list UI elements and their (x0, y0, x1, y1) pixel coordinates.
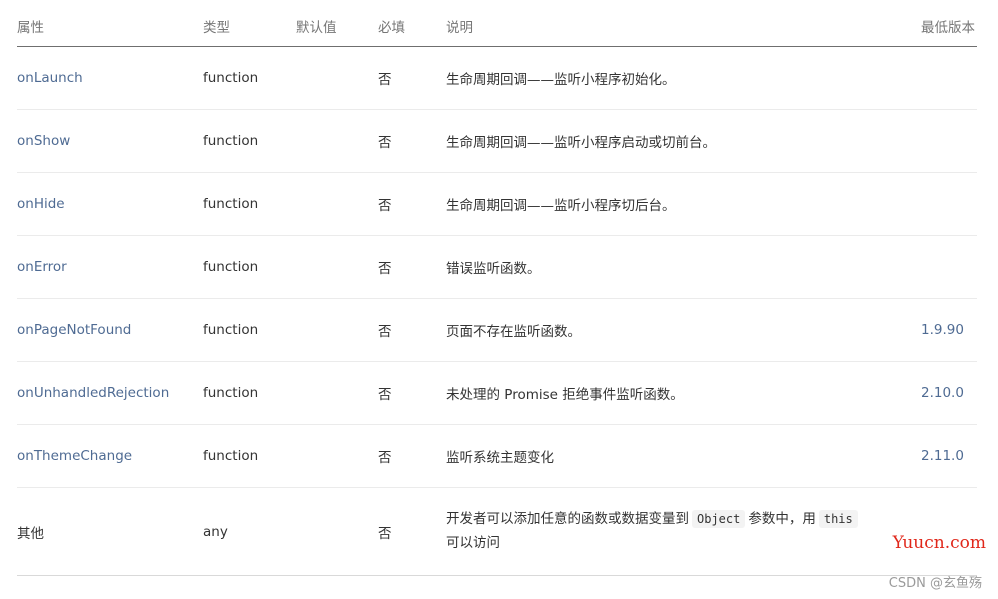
property-required: 否 (378, 261, 392, 277)
property-type: function (203, 385, 259, 401)
property-description: 错误监听函数。 (446, 261, 541, 277)
table-row: onError function 否 错误监听函数。 (17, 236, 977, 299)
property-name-link[interactable]: onThemeChange (17, 425, 132, 487)
table-row: onPageNotFound function 否 页面不存在监听函数。 1.9… (17, 299, 977, 362)
header-required: 必填 (378, 20, 405, 36)
header-description: 说明 (446, 20, 473, 36)
property-type: function (203, 448, 259, 464)
property-required: 否 (378, 198, 392, 214)
property-type: function (203, 70, 259, 86)
property-required: 否 (378, 135, 392, 151)
code-object: Object (692, 510, 746, 528)
property-description: 生命周期回调——监听小程序初始化。 (446, 72, 676, 88)
property-type: function (203, 133, 259, 149)
table-row-other: 其他 any 否 开发者可以添加任意的函数或数据变量到 Object 参数中，用 th… (17, 488, 977, 576)
table-row: onUnhandledRejection function 否 未处理的 Pro… (17, 362, 977, 425)
csdn-watermark: CSDN @玄鱼殇 (888, 576, 982, 591)
description-text: 参数中，用 (748, 511, 816, 527)
property-description: 生命周期回调——监听小程序启动或切前台。 (446, 135, 716, 151)
table-row: onShow function 否 生命周期回调——监听小程序启动或切前台。 (17, 110, 977, 173)
table-row: onThemeChange function 否 监听系统主题变化 2.11.0 (17, 425, 977, 488)
property-required: 否 (378, 324, 392, 340)
description-text: 开发者可以添加任意的函数或数据变量到 (446, 511, 689, 527)
property-name-link[interactable]: onError (17, 236, 67, 298)
api-properties-table: 属性 类型 默认值 必填 说明 最低版本 onLaunch function 否… (17, 0, 977, 576)
property-description: 生命周期回调——监听小程序切后台。 (446, 198, 676, 214)
table-header: 属性 类型 默认值 必填 说明 最低版本 (17, 0, 977, 47)
header-default: 默认值 (296, 20, 337, 36)
property-name-link[interactable]: onHide (17, 173, 65, 235)
property-required: 否 (378, 72, 392, 88)
table-row: onHide function 否 生命周期回调——监听小程序切后台。 (17, 173, 977, 236)
property-name-link[interactable]: onUnhandledRejection (17, 362, 169, 424)
header-min-version: 最低版本 (921, 20, 975, 36)
header-type: 类型 (203, 20, 230, 36)
property-type: any (203, 523, 228, 540)
property-description: 开发者可以添加任意的函数或数据变量到 Object 参数中，用 this 可以访问 (446, 507, 886, 555)
property-required: 否 (378, 450, 392, 466)
property-description: 监听系统主题变化 (446, 450, 554, 466)
property-name: 其他 (17, 525, 44, 542)
property-name-link[interactable]: onShow (17, 110, 70, 172)
min-version-link[interactable]: 2.11.0 (921, 425, 964, 487)
property-type: function (203, 259, 259, 275)
property-required: 否 (378, 387, 392, 403)
property-name-link[interactable]: onLaunch (17, 47, 83, 109)
site-watermark: Yuucn.com (892, 533, 986, 553)
property-name-link[interactable]: onPageNotFound (17, 299, 131, 361)
property-type: function (203, 322, 259, 338)
property-type: function (203, 196, 259, 212)
property-description: 未处理的 Promise 拒绝事件监听函数。 (446, 387, 684, 403)
property-description: 页面不存在监听函数。 (446, 324, 581, 340)
property-required: 否 (378, 525, 392, 542)
header-name: 属性 (17, 20, 44, 36)
min-version-link[interactable]: 1.9.90 (921, 299, 964, 361)
min-version-link[interactable]: 2.10.0 (921, 362, 964, 424)
table-row: onLaunch function 否 生命周期回调——监听小程序初始化。 (17, 47, 977, 110)
description-text: 可以访问 (446, 535, 500, 551)
code-this: this (818, 510, 858, 528)
